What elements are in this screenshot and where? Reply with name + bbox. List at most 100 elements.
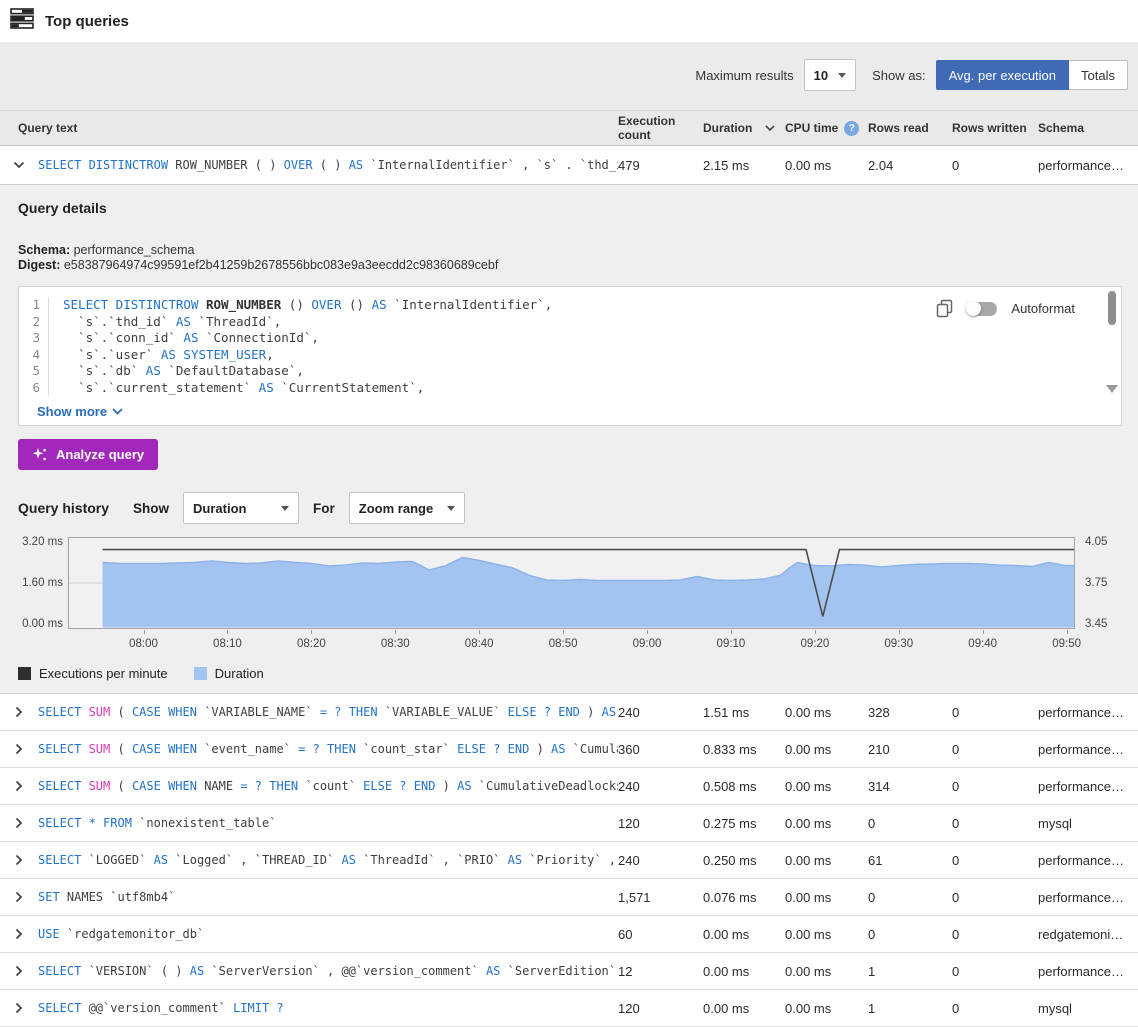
- query-text: SELECT DISTINCTROW ROW_NUMBER ( ) OVER (…: [38, 158, 618, 172]
- table-row[interactable]: SELECT DISTINCTROW ROW_NUMBER ( ) OVER (…: [0, 146, 1138, 185]
- query-text: SELECT @@`version_comment` LIMIT ?: [38, 1001, 618, 1015]
- x-axis-label: 09:30: [884, 638, 913, 650]
- expand-chevron-icon[interactable]: [0, 817, 38, 829]
- execution-count-cell: 12: [618, 964, 703, 979]
- code-scroll-down-icon[interactable]: [1106, 385, 1118, 393]
- table-row[interactable]: SELECT SUM ( CASE WHEN `event_name` = ? …: [0, 731, 1138, 768]
- top-bar: Top queries: [0, 0, 1138, 42]
- rows-written-cell: 0: [952, 964, 1038, 979]
- duration-cell: 1.51 ms: [703, 705, 785, 720]
- column-rows-read[interactable]: Rows read: [868, 121, 952, 135]
- table-row[interactable]: USE `redgatemonitor_db`600.00 ms0.00 ms0…: [0, 916, 1138, 953]
- table-header: Query text Execution count Duration CPU …: [0, 111, 1138, 146]
- duration-cell: 0.00 ms: [703, 964, 785, 979]
- copy-icon[interactable]: [936, 299, 953, 318]
- table-row[interactable]: SELECT `VERSION` ( ) AS `ServerVersion` …: [0, 953, 1138, 990]
- x-axis-label: 08:50: [549, 638, 578, 650]
- query-meta: Schema: performance_schema Digest: e5838…: [0, 216, 1138, 273]
- execution-count-cell: 120: [618, 1001, 703, 1016]
- history-range-select[interactable]: Zoom range: [349, 492, 465, 524]
- rows-written-cell: 0: [952, 890, 1038, 905]
- legend-duration[interactable]: Duration: [194, 666, 264, 681]
- show-as-toggle: Avg. per execution Totals: [936, 60, 1128, 90]
- analyze-query-button[interactable]: Analyze query: [18, 439, 158, 470]
- legend-executions-per-minute[interactable]: Executions per minute: [18, 666, 168, 681]
- query-text: SET NAMES `utf8mb4`: [38, 890, 618, 904]
- column-rows-written[interactable]: Rows written: [952, 121, 1038, 135]
- rows-written-cell: 0: [952, 927, 1038, 942]
- x-axis-tick: [731, 630, 732, 634]
- duration-cell: 0.275 ms: [703, 816, 785, 831]
- rows-read-cell: 314: [868, 779, 952, 794]
- query-text: SELECT * FROM `nonexistent_table`: [38, 816, 618, 830]
- duration-cell: 0.00 ms: [703, 927, 785, 942]
- table-row[interactable]: SET NAMES `utf8mb4`1,5710.076 ms0.00 ms0…: [0, 879, 1138, 916]
- code-scrollbar-thumb[interactable]: [1108, 291, 1116, 325]
- table-row[interactable]: SELECT SUM ( CASE WHEN `VARIABLE_NAME` =…: [0, 694, 1138, 731]
- page-title: Top queries: [45, 13, 129, 30]
- expand-chevron-icon[interactable]: [0, 854, 38, 866]
- table-row[interactable]: SELECT `LOGGED` AS `Logged` , `THREAD_ID…: [0, 842, 1138, 879]
- sql-code-line: 4 `s`.`user` AS SYSTEM_USER,: [19, 347, 1121, 364]
- column-schema[interactable]: Schema: [1038, 121, 1138, 135]
- history-metric-select[interactable]: Duration: [183, 492, 299, 524]
- sql-code-block: 1SELECT DISTINCTROW ROW_NUMBER () OVER (…: [18, 286, 1122, 426]
- expand-chevron-icon[interactable]: [0, 891, 38, 903]
- rows-written-cell: 0: [952, 742, 1038, 757]
- schema-cell: performance…: [1038, 158, 1138, 173]
- avg-per-execution-button[interactable]: Avg. per execution: [936, 60, 1069, 90]
- duration-cell: 0.833 ms: [703, 742, 785, 757]
- table-row[interactable]: SELECT @@`version_comment` LIMIT ?1200.0…: [0, 990, 1138, 1027]
- table-row[interactable]: SELECT * FROM `nonexistent_table`1200.27…: [0, 805, 1138, 842]
- y-axis-left-tick: 0.00 ms: [8, 618, 63, 630]
- rows-read-cell: 61: [868, 853, 952, 868]
- expand-chevron-icon[interactable]: [0, 928, 38, 940]
- sort-desc-icon[interactable]: [765, 125, 775, 131]
- x-axis-label: 09:20: [800, 638, 829, 650]
- execution-count-cell: 1,571: [618, 890, 703, 905]
- schema-cell: performance…: [1038, 853, 1138, 868]
- rows-written-cell: 0: [952, 1001, 1038, 1016]
- legend-swatch-duration: [194, 667, 207, 680]
- x-axis-label: 09:10: [717, 638, 746, 650]
- show-more-link[interactable]: Show more: [37, 404, 123, 419]
- y-axis-right-tick: 3.45: [1085, 618, 1107, 630]
- schema-cell: performance…: [1038, 890, 1138, 905]
- schema-cell: mysql: [1038, 1001, 1138, 1016]
- x-axis-tick: [815, 630, 816, 634]
- query-history-controls: Query history Show Duration For Zoom ran…: [18, 492, 1138, 524]
- x-axis-tick: [395, 630, 396, 634]
- autoformat-label: Autoformat: [1011, 301, 1075, 316]
- chart-plot-area[interactable]: [68, 537, 1075, 629]
- column-duration[interactable]: Duration: [703, 121, 785, 135]
- x-axis-label: 08:40: [465, 638, 494, 650]
- table-row[interactable]: SELECT SUM ( CASE WHEN NAME = ? THEN `co…: [0, 768, 1138, 805]
- execution-count-cell: 240: [618, 853, 703, 868]
- x-axis-tick: [479, 630, 480, 634]
- expand-chevron-icon[interactable]: [0, 780, 38, 792]
- max-results-select[interactable]: 10: [804, 59, 856, 91]
- rows-written-cell: 0: [952, 816, 1038, 831]
- sparkles-icon: [32, 447, 48, 463]
- collapse-chevron-icon[interactable]: [0, 161, 38, 169]
- cpu-time-cell: 0.00 ms: [785, 158, 868, 173]
- duration-cell: 0.00 ms: [703, 1001, 785, 1016]
- expand-chevron-icon[interactable]: [0, 706, 38, 718]
- column-execution-count[interactable]: Execution count: [618, 114, 703, 142]
- cpu-time-cell: 0.00 ms: [785, 1001, 868, 1016]
- expand-chevron-icon[interactable]: [0, 965, 38, 977]
- expand-chevron-icon[interactable]: [0, 743, 38, 755]
- totals-button[interactable]: Totals: [1069, 60, 1128, 90]
- execution-count-cell: 360: [618, 742, 703, 757]
- cpu-time-help-icon[interactable]: ?: [844, 121, 859, 136]
- schema-cell: mysql: [1038, 816, 1138, 831]
- sql-code-line: 5 `s`.`db` AS `DefaultDatabase`,: [19, 363, 1121, 380]
- cpu-time-cell: 0.00 ms: [785, 890, 868, 905]
- duration-cell: 2.15 ms: [703, 158, 785, 173]
- rows-read-cell: 0: [868, 890, 952, 905]
- column-cpu-time[interactable]: CPU time ?: [785, 121, 868, 136]
- autoformat-toggle[interactable]: [967, 302, 997, 316]
- line-number: 4: [19, 347, 49, 364]
- x-axis-tick: [647, 630, 648, 634]
- schema-cell: performance…: [1038, 779, 1138, 794]
